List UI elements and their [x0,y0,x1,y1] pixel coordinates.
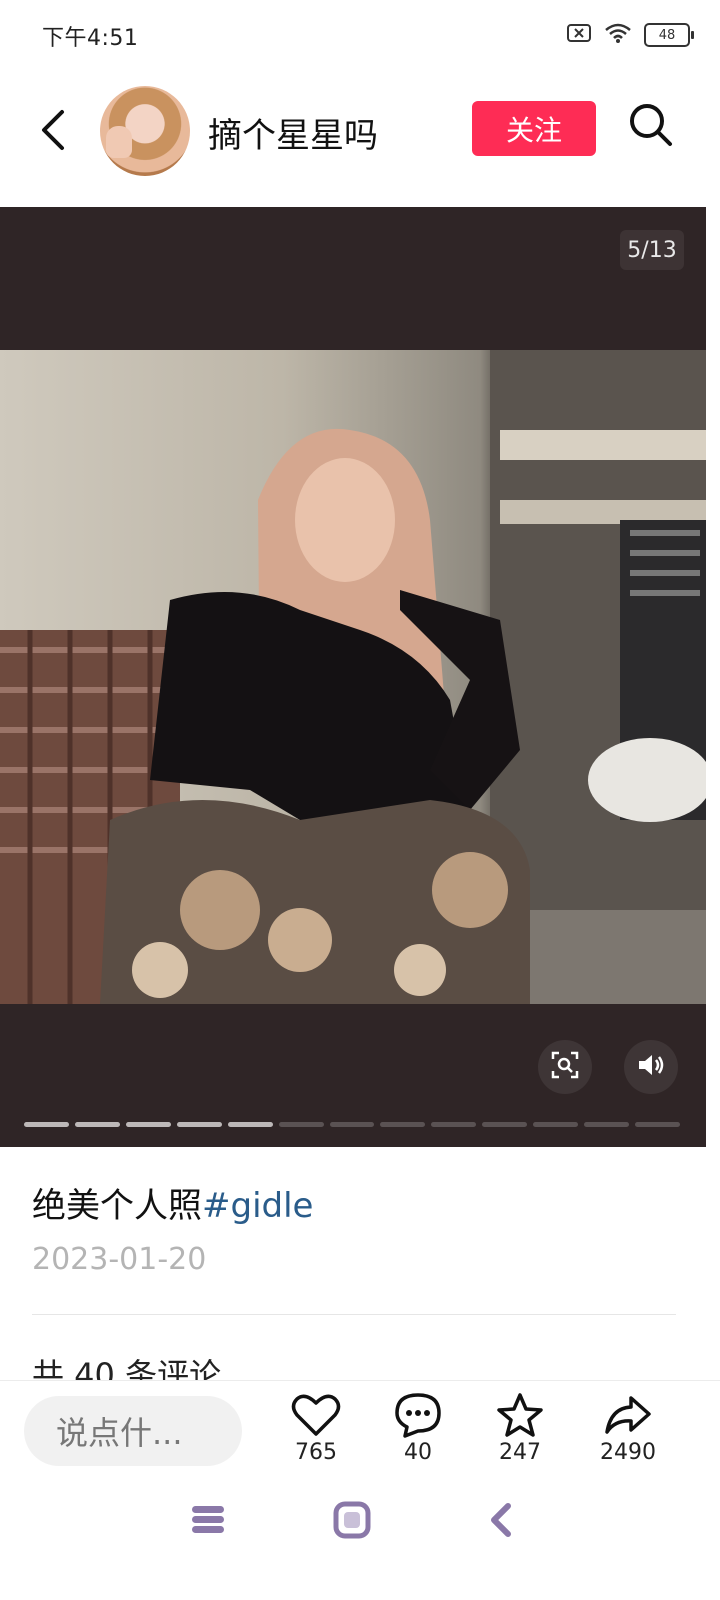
progress-segment [176,1122,222,1127]
share-arrow-icon [588,1392,668,1438]
star-icon [480,1392,560,1438]
share-count: 2490 [600,1440,656,1465]
comment-input[interactable]: 说点什... [24,1396,242,1466]
battery-icon: 48 [644,23,694,47]
progress-segment [329,1122,375,1127]
favorite-button[interactable]: 247 [480,1392,560,1465]
menu-icon [188,1506,228,1542]
comment-count: 40 [404,1440,432,1465]
progress-segment [380,1122,426,1127]
favorite-count: 247 [499,1440,541,1465]
comment-bubble-icon [378,1392,458,1438]
username[interactable]: 摘个星星吗 [208,108,378,157]
progress-segment [533,1122,579,1127]
comment-button[interactable]: 40 [378,1392,458,1465]
heart-icon [276,1392,356,1438]
post-date: 2023-01-20 [32,1242,207,1277]
photo-illustration [0,350,706,1004]
progress-segment [482,1122,528,1127]
progress-segment [125,1122,171,1127]
volume-button[interactable] [624,1040,678,1094]
post-photo[interactable] [0,350,706,1004]
back-button[interactable] [36,108,76,152]
progress-segment [635,1122,680,1127]
menu-nav-button[interactable] [188,1502,228,1542]
status-time: 下午4:51 [42,26,139,51]
back-nav-button[interactable] [484,1500,520,1544]
back-arrow-icon [36,110,76,156]
progress-segment [278,1122,324,1127]
share-button[interactable]: 2490 [588,1392,668,1465]
home-nav-button[interactable] [332,1500,372,1544]
image-progress-indicator [24,1122,680,1127]
status-icons: 48 [566,22,694,48]
progress-segment [431,1122,477,1127]
caption-text: 绝美个人照 [32,1186,202,1226]
page-counter: 5/13 [620,230,684,270]
image-search-icon [550,1050,580,1084]
hashtag-link[interactable]: #gidle [202,1186,313,1226]
progress-segment [24,1122,69,1127]
image-search-button[interactable] [538,1040,592,1094]
battery-level: 48 [658,27,676,43]
post-caption: 绝美个人照#gidle [32,1178,313,1227]
search-button[interactable] [628,102,674,148]
progress-segment [74,1122,120,1127]
back-chevron-icon [484,1503,520,1544]
wifi-icon [604,22,632,48]
avatar[interactable] [100,86,190,176]
progress-segment [227,1122,273,1127]
volume-icon [636,1050,666,1084]
search-icon [628,104,674,152]
home-square-icon [332,1501,372,1544]
progress-segment [584,1122,630,1127]
notification-blocked-icon [566,22,592,48]
like-count: 765 [295,1440,337,1465]
follow-button[interactable]: 关注 [472,101,596,156]
like-button[interactable]: 765 [276,1392,356,1465]
avatar-photo-detail [106,126,132,158]
divider [32,1314,676,1315]
